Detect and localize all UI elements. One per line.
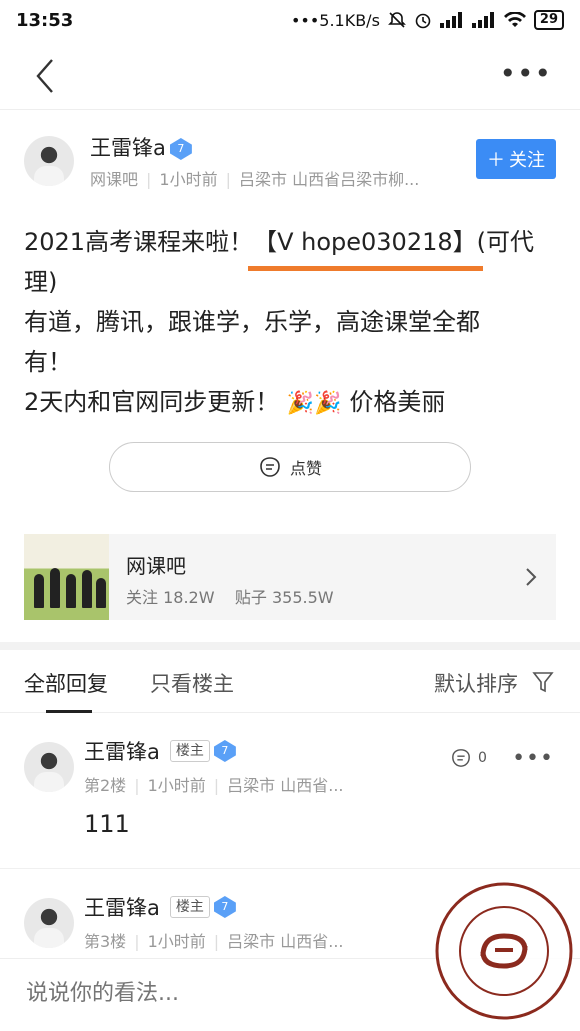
verified-badge-icon: 7 — [213, 740, 236, 762]
reply-avatar[interactable] — [24, 898, 74, 948]
sort-dropdown[interactable]: 默认排序 — [434, 668, 518, 698]
host-tag: 楼主 — [169, 896, 210, 918]
wifi-icon — [503, 12, 526, 27]
comment-input[interactable] — [26, 981, 426, 1006]
post-location: 吕梁市 山西省吕梁市柳... — [238, 170, 420, 189]
section-divider — [0, 642, 580, 650]
status-icons: •••5.1KB/s 29 — [291, 10, 564, 30]
plus-icon: ＋ — [487, 150, 505, 171]
active-tab-indicator — [46, 710, 92, 713]
network-speed: •••5.1KB/s — [290, 10, 380, 30]
like-hand-icon — [260, 457, 280, 477]
signal-icon-2 — [471, 12, 494, 28]
like-hand-icon — [452, 749, 470, 767]
post-author-header: 王雷锋a 7 网课吧 | 1小时前 | 吕梁市 山西省吕梁市柳... ＋关注 — [0, 130, 580, 200]
forum-link[interactable]: 网课吧 — [90, 170, 138, 189]
signal-icon — [439, 12, 462, 28]
alarm-icon — [415, 13, 431, 29]
host-tag: 楼主 — [169, 740, 210, 762]
verified-badge-icon: 7 — [169, 138, 192, 160]
post-line: 2天内和官网同步更新！ 🎉🎉 价格美丽 — [24, 382, 556, 424]
tab-all-replies[interactable]: 全部回复 — [24, 668, 108, 698]
status-bar: 13:53 •••5.1KB/s 29 — [0, 0, 580, 40]
mute-icon — [387, 12, 406, 28]
reply-like-button[interactable]: 0 — [450, 748, 487, 768]
post-line: 有！ — [24, 348, 72, 376]
watermark-seal-logo — [435, 882, 573, 1020]
reply-author[interactable]: 王雷锋a 楼主 7 — [84, 736, 236, 766]
reply-text: 111 — [84, 810, 130, 838]
reply-more-icon[interactable]: ••• — [512, 746, 554, 771]
reply-meta: 第2楼 | 1小时前 | 吕梁市 山西省... — [84, 776, 344, 795]
like-button[interactable]: 点赞 — [109, 442, 471, 492]
verified-badge-icon: 7 — [213, 896, 236, 918]
reply-author[interactable]: 王雷锋a 楼主 7 — [84, 892, 236, 922]
post-line: 2021高考课程来啦！【V hope030218】(可代 — [24, 228, 534, 256]
forum-card-stats: 关注 18.2W 贴子 355.5W — [126, 588, 334, 607]
back-arrow-icon[interactable] — [28, 56, 64, 96]
post-time: 1小时前 — [159, 170, 218, 189]
reply-avatar[interactable] — [24, 742, 74, 792]
status-time: 13:53 — [16, 9, 74, 31]
forum-card-name: 网课吧 — [126, 554, 186, 578]
battery-icon: 29 — [533, 10, 564, 30]
forum-card[interactable]: 网课吧 关注 18.2W 贴子 355.5W — [24, 534, 556, 620]
author-name[interactable]: 王雷锋a 7 — [90, 132, 192, 162]
party-popper-icon: 🎉🎉 — [286, 391, 342, 416]
reply-tabs: 全部回复 只看楼主 默认排序 — [0, 650, 580, 713]
forum-thumbnail — [24, 534, 109, 620]
filter-icon[interactable] — [532, 670, 554, 694]
post-meta: 网课吧 | 1小时前 | 吕梁市 山西省吕梁市柳... — [90, 170, 420, 189]
orange-underline-annotation — [248, 266, 483, 271]
reply-item: 王雷锋a 楼主 7 第2楼 | 1小时前 | 吕梁市 山西省... 0 ••• 111 — [0, 714, 580, 869]
follow-button[interactable]: ＋关注 — [476, 139, 556, 179]
post-line: 有道，腾讯，跟谁学，乐学，高途课堂全都 — [24, 308, 480, 336]
more-options-icon[interactable]: ••• — [499, 60, 552, 88]
author-avatar[interactable] — [24, 136, 74, 186]
reply-meta: 第3楼 | 1小时前 | 吕梁市 山西省... — [84, 932, 344, 951]
nav-bar: ••• — [0, 40, 580, 110]
tab-host-only[interactable]: 只看楼主 — [150, 668, 234, 698]
post-content: 2021高考课程来啦！【V hope030218】(可代 理) 有道，腾讯，跟谁… — [24, 222, 556, 424]
chevron-right-icon — [526, 568, 537, 586]
